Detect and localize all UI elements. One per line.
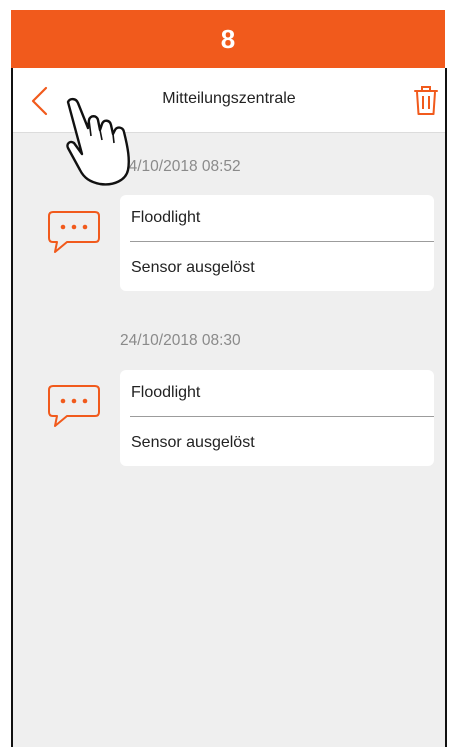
notification-event: Sensor ausgelöst	[131, 434, 255, 451]
divider	[130, 241, 434, 242]
message-bubble-icon	[48, 211, 100, 253]
trash-icon	[414, 86, 438, 115]
divider	[130, 416, 434, 417]
notification-card[interactable]: Floodlight Sensor ausgelöst	[120, 370, 434, 466]
notification-card[interactable]: Floodlight Sensor ausgelöst	[120, 195, 434, 291]
notification-device: Floodlight	[131, 209, 201, 226]
notification-timestamp: 24/10/2018 08:30	[120, 332, 241, 349]
notification-event: Sensor ausgelöst	[131, 259, 255, 276]
tap-hand-icon	[66, 97, 130, 186]
message-bubble-icon	[48, 385, 100, 427]
delete-all-button[interactable]	[412, 84, 440, 118]
step-number: 8	[220, 23, 236, 54]
step-banner: 8	[11, 10, 445, 68]
notification-device: Floodlight	[131, 384, 201, 401]
